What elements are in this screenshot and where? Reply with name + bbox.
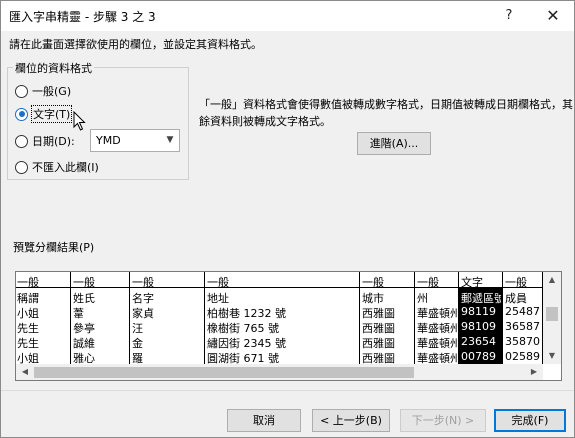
table-cell: 成員: [505, 292, 527, 305]
column-header-selected[interactable]: 文字: [461, 274, 483, 290]
scroll-up-icon[interactable]: ▲: [543, 272, 561, 288]
horizontal-scrollbar[interactable]: ◀ ▶: [16, 364, 543, 380]
table-cell: 25487: [505, 305, 540, 318]
table-cell: 名字: [132, 292, 154, 305]
radio-skip-label: 不匯入此欄(I): [32, 161, 99, 174]
table-cell: 小姐: [17, 307, 39, 320]
column-divider: [414, 272, 415, 364]
column-divider: [502, 272, 503, 364]
radio-general[interactable]: 一般(G): [15, 82, 71, 100]
preview-label: 預覽分欄結果(P): [13, 241, 95, 254]
radio-skip-circle[interactable]: [15, 160, 28, 174]
date-format-select[interactable]: YMD ▼: [90, 129, 180, 152]
radio-date-label: 日期(D):: [32, 135, 75, 148]
table-cell: 家貞: [132, 307, 154, 320]
table-cell: 98119: [461, 305, 496, 318]
format-description: 「一般」資料格式會使得數值被轉成數字格式，日期值被轉成日期欄格式，其餘資料則被轉…: [199, 98, 573, 128]
vertical-scroll-thumb[interactable]: [546, 307, 558, 321]
table-cell: 先生: [17, 322, 39, 335]
column-divider: [204, 272, 205, 364]
radio-text-label: 文字(T): [30, 105, 73, 123]
table-cell: 西雅圖: [362, 337, 395, 350]
table-cell: 金: [132, 337, 143, 350]
finish-button[interactable]: 完成(F): [494, 409, 566, 432]
next-button[interactable]: 下一步(N) >: [400, 409, 486, 432]
table-cell: 華盛頓州: [417, 322, 457, 335]
scroll-left-icon[interactable]: ◀: [16, 364, 34, 380]
table-cell: 姓氏: [73, 292, 95, 305]
vertical-scrollbar[interactable]: ▲ ▼: [543, 272, 561, 364]
table-cell: 36587: [505, 320, 540, 333]
column-header[interactable]: 一般: [132, 274, 154, 290]
close-button[interactable]: ✕: [531, 1, 575, 31]
table-cell: 西雅圖: [362, 322, 395, 335]
table-cell: 02589: [505, 350, 540, 363]
cancel-button[interactable]: 取消: [227, 409, 301, 432]
table-cell: 西雅圖: [362, 307, 395, 320]
table-cell: 先生: [17, 337, 39, 350]
table-cell: 州: [417, 292, 428, 305]
table-cell: 柏樹巷 1232 號: [207, 307, 286, 320]
radio-skip-column[interactable]: 不匯入此欄(I): [15, 158, 99, 176]
table-cell: 00789: [461, 350, 496, 363]
column-divider: [70, 272, 71, 364]
advanced-button[interactable]: 進階(A)...: [357, 132, 431, 155]
date-format-value: YMD: [96, 134, 121, 147]
radio-date-circle[interactable]: [15, 134, 28, 148]
help-button[interactable]: ?: [487, 1, 531, 31]
radio-text-circle[interactable]: [15, 107, 28, 121]
instruction-text: 請在此畫面選擇欲使用的欄位，並設定其資料格式。: [9, 38, 262, 51]
table-cell: 城市: [362, 292, 384, 305]
table-cell: 誠維: [73, 337, 95, 350]
column-header[interactable]: 一般: [505, 274, 527, 290]
back-button[interactable]: < 上一步(B): [312, 409, 390, 432]
column-header[interactable]: 一般: [207, 274, 229, 290]
column-header[interactable]: 一般: [73, 274, 95, 290]
chevron-down-icon[interactable]: ▼: [161, 130, 179, 151]
text-import-wizard-window: 匯入字串精靈 - 步驟 3 之 3 ? ✕ 請在此畫面選擇欲使用的欄位，並設定其…: [0, 0, 575, 438]
data-preview-pane: 一般 一般 一般 一般 一般 一般 文字 一般 稱謂 姓氏 名字 地址 城市 州…: [15, 271, 562, 381]
radio-text[interactable]: 文字(T): [15, 105, 73, 123]
column-header[interactable]: 一般: [17, 274, 39, 290]
table-cell: 郵遞區號: [461, 292, 501, 305]
table-cell: 地址: [207, 292, 229, 305]
table-cell: 參亭: [73, 322, 95, 335]
table-cell: 98109: [461, 320, 496, 333]
column-divider: [129, 272, 130, 364]
table-cell: 葦: [73, 307, 84, 320]
column-divider: [359, 272, 360, 364]
table-cell: 華盛頓州: [417, 307, 457, 320]
column-header[interactable]: 一般: [417, 274, 439, 290]
table-cell: 汪: [132, 322, 143, 335]
table-cell: 35870: [505, 335, 540, 348]
footer-separator: [1, 390, 574, 391]
horizontal-scroll-thumb[interactable]: [34, 367, 414, 378]
radio-general-label: 一般(G): [32, 85, 72, 98]
table-cell: 橡樹街 765 號: [207, 322, 279, 335]
scroll-down-icon[interactable]: ▼: [543, 348, 561, 364]
table-cell: 繡因街 2345 號: [207, 337, 286, 350]
window-title: 匯入字串精靈 - 步驟 3 之 3: [9, 10, 156, 24]
column-divider: [458, 272, 459, 364]
radio-date[interactable]: 日期(D):: [15, 132, 75, 150]
table-cell: 華盛頓州: [417, 337, 457, 350]
column-data-format-legend: 欄位的資料格式: [13, 60, 94, 76]
column-header[interactable]: 一般: [362, 274, 384, 290]
mouse-cursor-icon: [73, 111, 86, 131]
radio-general-circle[interactable]: [15, 84, 28, 98]
scroll-right-icon[interactable]: ▶: [525, 364, 543, 380]
table-cell: 稱謂: [17, 292, 39, 305]
table-cell: 23654: [461, 335, 496, 348]
title-bar: 匯入字串精靈 - 步驟 3 之 3 ? ✕: [1, 1, 574, 31]
